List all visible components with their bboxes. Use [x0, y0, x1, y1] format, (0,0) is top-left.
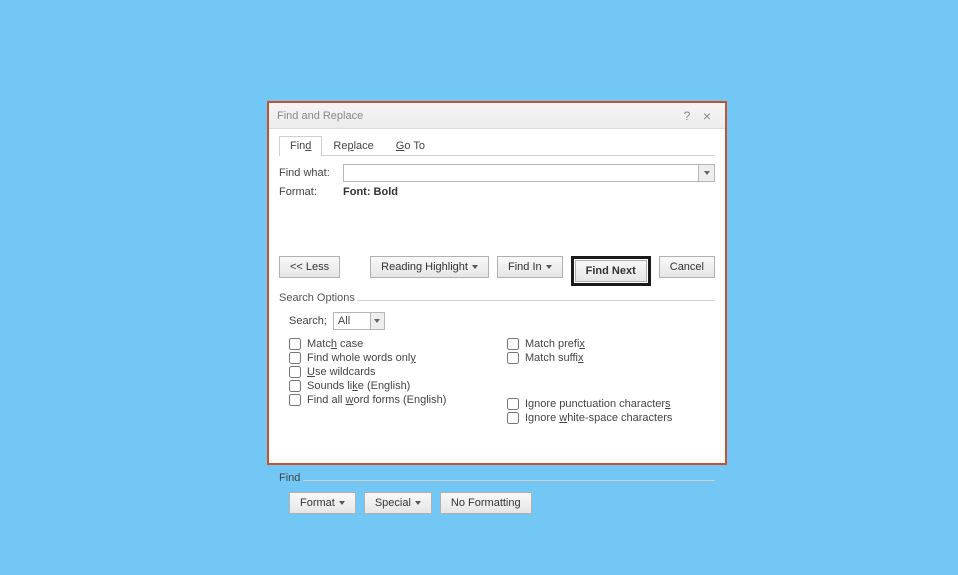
find-what-input[interactable] [343, 164, 715, 182]
bottom-button-row: Format Special No Formatting [289, 492, 715, 514]
find-in-button[interactable]: Find In [497, 256, 563, 278]
search-direction-select[interactable]: All [333, 312, 385, 330]
tab-goto[interactable]: Go To [385, 136, 436, 156]
tabs: Find Replace Go To [279, 135, 715, 156]
find-next-highlight: Find Next [571, 256, 651, 286]
format-button[interactable]: Format [289, 492, 356, 514]
whole-words-checkbox[interactable]: Find whole words only [289, 352, 497, 364]
action-button-row: << Less Reading Highlight Find In Find N… [279, 256, 715, 286]
titlebar: Find and Replace ? × [269, 103, 725, 129]
find-section-legend: Find [279, 472, 715, 484]
caret-down-icon [339, 501, 345, 505]
search-direction-label: Search; [289, 315, 327, 327]
match-suffix-checkbox[interactable]: Match suffix [507, 352, 715, 364]
word-forms-checkbox[interactable]: Find all word forms (English) [289, 394, 497, 406]
caret-down-icon [472, 265, 478, 269]
caret-down-icon [415, 501, 421, 505]
tab-find[interactable]: Find [279, 136, 322, 156]
options-left-column: Match case Find whole words only Use wil… [279, 336, 497, 426]
caret-down-icon [546, 265, 552, 269]
tab-replace[interactable]: Replace [322, 136, 384, 156]
options-columns: Match case Find whole words only Use wil… [279, 336, 715, 426]
search-options-legend: Search Options [279, 292, 715, 304]
find-what-label: Find what: [279, 167, 343, 179]
find-what-dropdown[interactable] [698, 165, 714, 181]
match-case-checkbox[interactable]: Match case [289, 338, 497, 350]
find-what-row: Find what: [279, 164, 715, 182]
format-value: Font: Bold [343, 186, 398, 198]
close-button[interactable]: × [697, 106, 717, 126]
search-direction-row: Search; All [289, 312, 715, 330]
wildcards-checkbox[interactable]: Use wildcards [289, 366, 497, 378]
less-button[interactable]: << Less [279, 256, 340, 278]
find-replace-dialog: Find and Replace ? × Find Replace Go To … [267, 101, 727, 465]
help-button[interactable]: ? [677, 106, 697, 126]
sounds-like-checkbox[interactable]: Sounds like (English) [289, 380, 497, 392]
dialog-title: Find and Replace [277, 110, 677, 122]
chevron-down-icon [374, 319, 380, 323]
dialog-body: Find Replace Go To Find what: Format: Fo… [269, 129, 725, 522]
find-next-button[interactable]: Find Next [575, 260, 647, 282]
options-right-column: Match prefix Match suffix Ignore punctua… [497, 336, 715, 426]
ignore-punctuation-checkbox[interactable]: Ignore punctuation characters [507, 398, 715, 410]
reading-highlight-button[interactable]: Reading Highlight [370, 256, 489, 278]
chevron-down-icon [704, 171, 710, 175]
ignore-whitespace-checkbox[interactable]: Ignore white-space characters [507, 412, 715, 424]
cancel-button[interactable]: Cancel [659, 256, 715, 278]
match-prefix-checkbox[interactable]: Match prefix [507, 338, 715, 350]
format-label: Format: [279, 186, 343, 198]
special-button[interactable]: Special [364, 492, 432, 514]
format-row: Format: Font: Bold [279, 186, 715, 198]
no-formatting-button[interactable]: No Formatting [440, 492, 532, 514]
